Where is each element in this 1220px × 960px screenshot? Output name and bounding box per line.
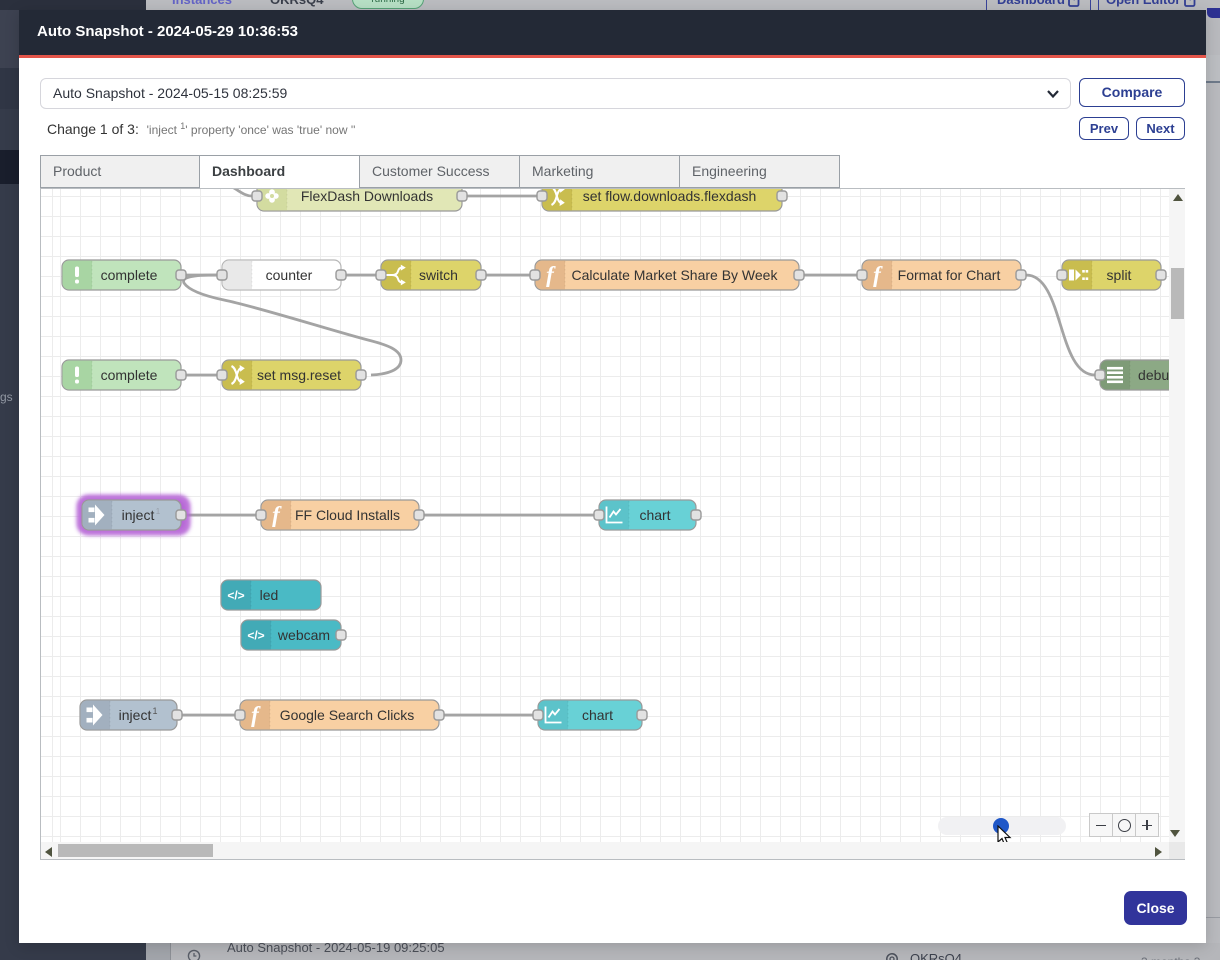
svg-text:led: led bbox=[260, 587, 279, 603]
svg-text:FlexDash Downloads: FlexDash Downloads bbox=[301, 189, 433, 204]
svg-text:debug: debug bbox=[1138, 367, 1169, 383]
svg-text:</>: </> bbox=[247, 629, 264, 643]
svg-text:switch: switch bbox=[419, 267, 458, 283]
svg-text:inject: inject bbox=[122, 507, 155, 523]
svg-text:1: 1 bbox=[152, 706, 157, 716]
svg-text:Google Search Clicks: Google Search Clicks bbox=[280, 707, 415, 723]
svg-text:1: 1 bbox=[156, 507, 161, 516]
svg-text:complete: complete bbox=[101, 267, 158, 283]
svg-text:FF Cloud Installs: FF Cloud Installs bbox=[295, 507, 400, 523]
svg-text:set flow.downloads.flexdash: set flow.downloads.flexdash bbox=[583, 189, 757, 204]
svg-text:webcam: webcam bbox=[277, 627, 330, 643]
svg-text:</>: </> bbox=[227, 589, 244, 603]
svg-text:set msg.reset: set msg.reset bbox=[257, 367, 341, 383]
svg-text:inject: inject bbox=[119, 707, 152, 723]
svg-text:split: split bbox=[1107, 267, 1132, 283]
svg-text:complete: complete bbox=[101, 367, 158, 383]
svg-text:counter: counter bbox=[266, 267, 313, 283]
svg-text:Calculate Market Share By Week: Calculate Market Share By Week bbox=[572, 267, 779, 283]
svg-text:Format for Chart: Format for Chart bbox=[898, 267, 1001, 283]
svg-text:chart: chart bbox=[639, 507, 670, 523]
svg-text:chart: chart bbox=[582, 707, 613, 723]
